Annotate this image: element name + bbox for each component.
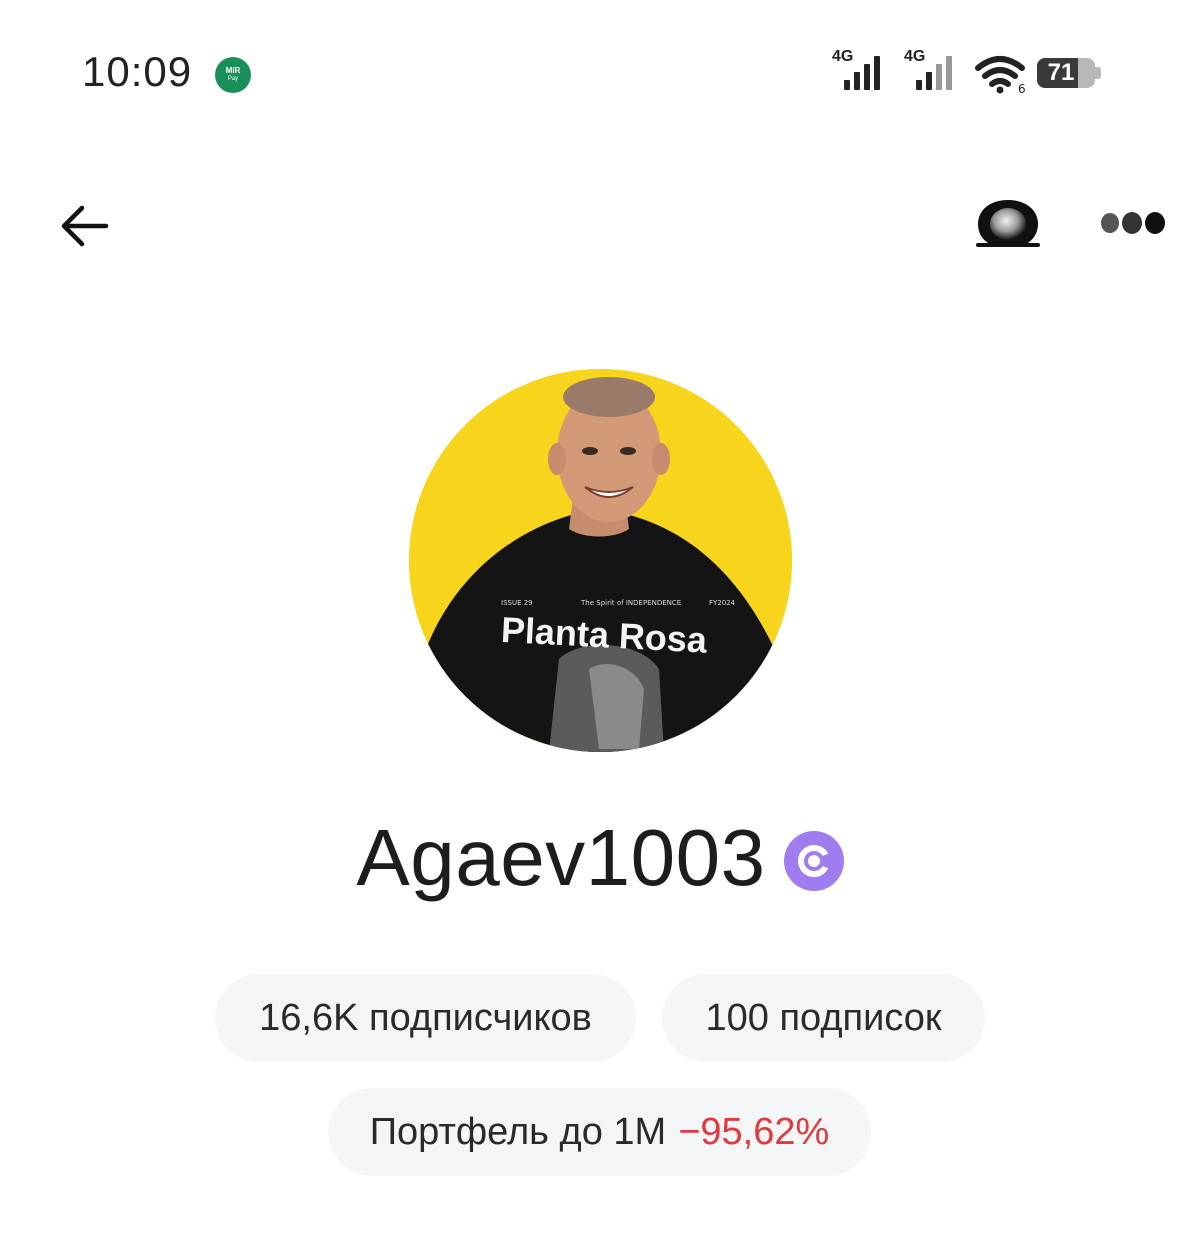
following-button[interactable]: 100 подписок xyxy=(662,974,985,1062)
chat-bubble-icon xyxy=(976,200,1040,247)
svg-text:6: 6 xyxy=(1018,82,1026,94)
portfolio-change: −95,62% xyxy=(678,1110,830,1153)
battery-icon: 71 xyxy=(1037,58,1095,88)
verified-c-icon[interactable] xyxy=(783,831,844,891)
svg-text:ISSUE 29: ISSUE 29 xyxy=(501,599,533,607)
portfolio-label: Портфель до 1М xyxy=(369,1110,667,1153)
avatar[interactable]: ISSUE 29 The Spirit of INDEPENDENCE FY20… xyxy=(409,369,792,752)
profile-screen: 10:09 MIR Pay 4G 4G 6 71 ISSUE 29 The Sp… xyxy=(0,0,1200,1245)
svg-text:The Spirit of INDEPENDENCE: The Spirit of INDEPENDENCE xyxy=(580,599,681,607)
username: Agaev1003 xyxy=(356,813,766,902)
chat-button[interactable] xyxy=(972,196,1044,252)
wifi-icon: 6 xyxy=(974,54,1030,99)
back-button[interactable] xyxy=(56,198,112,254)
avatar-photo: ISSUE 29 The Spirit of INDEPENDENCE FY20… xyxy=(409,369,792,752)
followers-button[interactable]: 16,6K подписчиков xyxy=(215,974,636,1062)
signal-2-icon: 4G xyxy=(904,48,954,94)
more-dots-icon xyxy=(1101,212,1165,234)
arrow-left-icon xyxy=(61,205,109,247)
status-icons: 4G 4G 6 71 xyxy=(832,48,1122,96)
portfolio-button[interactable]: Портфель до 1М −95,62% xyxy=(328,1088,871,1176)
mirpay-icon: MIR Pay xyxy=(215,57,251,93)
svg-text:FY2024: FY2024 xyxy=(709,599,736,607)
signal-1-icon: 4G xyxy=(832,48,882,94)
status-time: 10:09 xyxy=(82,48,193,95)
username-row: Agaev1003 xyxy=(0,808,1200,908)
more-button[interactable] xyxy=(1098,205,1170,241)
